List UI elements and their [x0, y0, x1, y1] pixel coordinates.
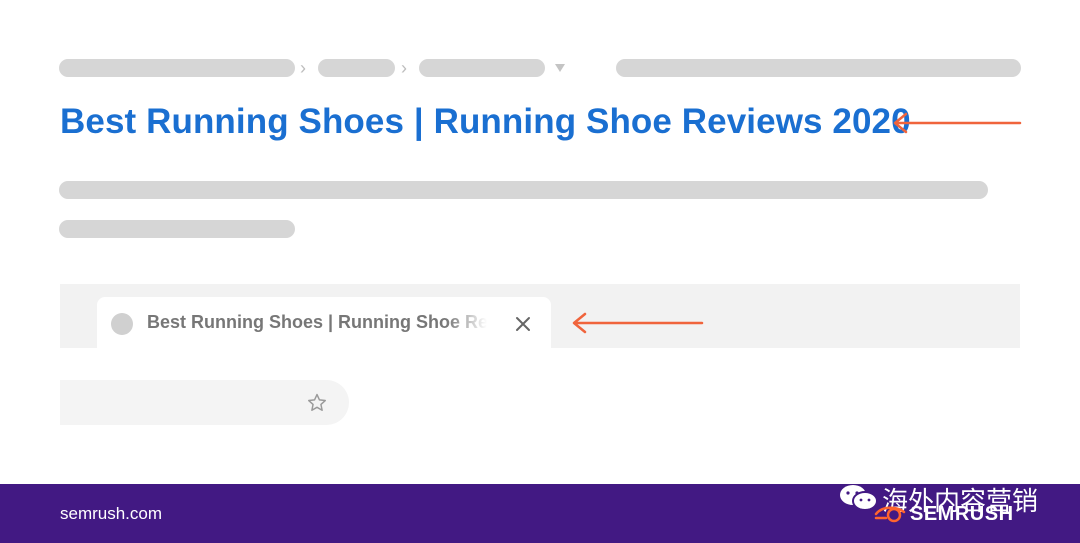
footer-domain: semrush.com: [60, 504, 163, 523]
breadcrumb-placeholder-2: [318, 59, 395, 77]
breadcrumb-placeholder-1: [59, 59, 295, 77]
breadcrumb-chevron-icon: ›: [300, 58, 306, 78]
dropdown-triangle-icon: [555, 64, 565, 72]
footer-bar: semrush.com 海外内容营销 SEMRUSH: [0, 484, 1080, 543]
bookmark-star-icon[interactable]: [306, 392, 328, 414]
semrush-logo-icon: [874, 506, 906, 523]
arrow-left-icon: [572, 312, 704, 334]
snippet-placeholder-line-1: [59, 181, 988, 199]
watermark: 海外内容营销 SEMRUSH: [838, 484, 1080, 543]
url-placeholder: [616, 59, 1021, 77]
serp-title-link[interactable]: Best Running Shoes | Running Shoe Review…: [60, 102, 911, 142]
close-icon[interactable]: [513, 314, 533, 334]
snippet-placeholder-line-2: [59, 220, 295, 238]
browser-tab-title: Best Running Shoes | Running Shoe Review…: [147, 312, 487, 332]
address-bar[interactable]: [60, 380, 349, 425]
browser-tab[interactable]: Best Running Shoes | Running Shoe Review…: [97, 297, 551, 348]
arrow-left-icon: [893, 112, 1022, 134]
favicon-icon: [111, 313, 133, 335]
semrush-wordmark: SEMRUSH: [910, 503, 1014, 525]
breadcrumb-chevron-icon: ›: [401, 58, 407, 78]
breadcrumb-placeholder-3: [419, 59, 545, 77]
